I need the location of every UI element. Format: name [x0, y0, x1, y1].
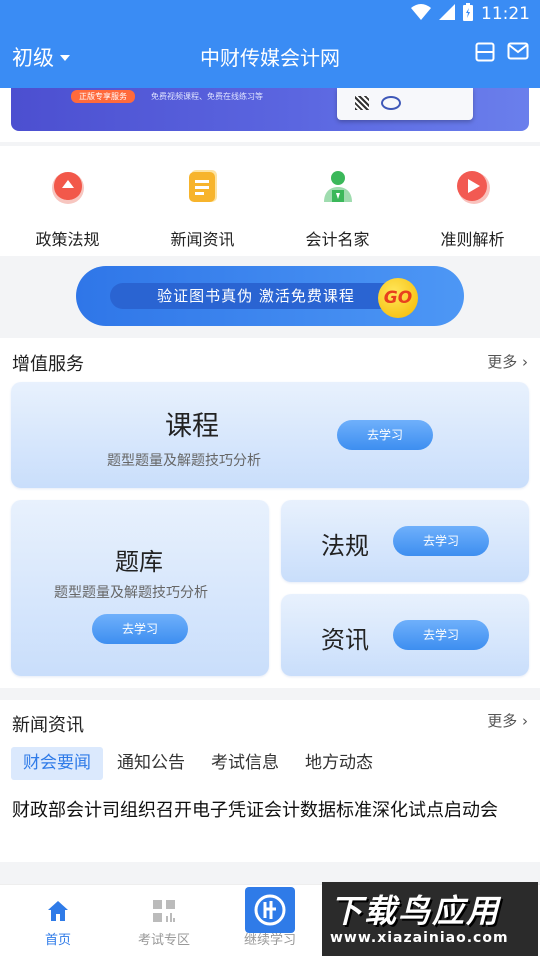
course-card[interactable]: 课程 题型题量及解题技巧分析 去学习	[11, 382, 529, 488]
value-added-services: 增值服务 更多 › 课程 题型题量及解题技巧分析 去学习 题库 题型题量及解题技…	[0, 338, 540, 688]
category-label: 新闻资讯	[170, 230, 235, 249]
nav-bar: 初级 中财传媒会计网	[0, 28, 540, 88]
section-title: 新闻资讯	[12, 715, 84, 736]
app-header: 11:21 初级 中财传媒会计网	[0, 0, 540, 88]
status-time: 11:21	[481, 4, 530, 24]
wifi-icon	[411, 3, 431, 25]
tab-notices[interactable]: 通知公告	[105, 747, 197, 780]
more-link[interactable]: 更多 ›	[487, 351, 528, 372]
nav-home[interactable]: 首页	[4, 899, 112, 948]
battery-icon	[463, 2, 473, 26]
law-learn-button[interactable]: 去学习	[393, 526, 489, 556]
home-icon	[46, 899, 70, 923]
bank-learn-button[interactable]: 去学习	[92, 614, 188, 644]
question-bank-card[interactable]: 题库 题型题量及解题技巧分析 去学习	[11, 500, 269, 676]
info-title: 资讯	[321, 626, 369, 654]
nav-label: 首页	[44, 933, 71, 948]
more-label: 更多	[487, 712, 518, 730]
banner-tag: 正版专享服务	[71, 90, 135, 103]
tab-exam-info[interactable]: 考试信息	[199, 747, 291, 780]
seal-icon	[381, 96, 401, 110]
signal-icon	[439, 3, 455, 25]
banner-text: 免费视频课程、免费在线练习等	[151, 92, 263, 101]
course-learn-button[interactable]: 去学习	[337, 420, 433, 450]
verify-section: 验证图书真伪 激活免费课程 GO	[0, 256, 540, 336]
play-icon	[453, 166, 493, 206]
bank-subtitle: 题型题量及解题技巧分析	[54, 585, 208, 601]
watermark-title: 下载鸟应用	[330, 892, 501, 930]
course-subtitle: 题型题量及解题技巧分析	[107, 453, 261, 469]
nav-exam-zone[interactable]: 考试专区	[110, 899, 218, 948]
learn-icon	[245, 887, 295, 933]
category-experts[interactable]: 会计名家	[270, 166, 405, 250]
category-label: 准则解析	[440, 230, 505, 249]
banner-section: 正版专享服务 免费视频课程、免费在线练习等	[0, 88, 540, 142]
watermark-url: www.xiazainiao.com	[330, 930, 509, 946]
category-label: 会计名家	[305, 230, 370, 249]
category-standards[interactable]: 准则解析	[405, 166, 540, 250]
person-icon	[318, 166, 358, 206]
info-learn-button[interactable]: 去学习	[393, 620, 489, 650]
bank-title: 题库	[115, 548, 163, 576]
grid-icon	[152, 899, 176, 923]
go-badge: GO	[378, 278, 418, 318]
nav-label: 考试专区	[137, 933, 190, 948]
promo-banner[interactable]: 正版专享服务 免费视频课程、免费在线练习等	[11, 88, 529, 131]
scan-icon[interactable]	[475, 42, 495, 66]
category-grid: 政策法规 新闻资讯 会计名家 准则解析	[0, 146, 540, 256]
news-headline[interactable]: 财政部会计司组织召开电子凭证会计数据标准深化试点启动会	[12, 796, 532, 825]
watermark: 下载鸟应用 www.xiazainiao.com	[322, 882, 538, 956]
news-icon	[183, 166, 223, 206]
info-card[interactable]: 资讯 去学习	[281, 594, 529, 676]
mail-icon[interactable]	[507, 42, 529, 64]
verify-book-button[interactable]: 验证图书真伪 激活免费课程 GO	[76, 266, 464, 326]
page-title: 中财传媒会计网	[200, 46, 340, 70]
law-title: 法规	[321, 532, 369, 560]
course-title: 课程	[165, 411, 219, 442]
section-title: 增值服务	[12, 354, 84, 375]
tab-finance-news[interactable]: 财会要闻	[11, 747, 103, 780]
verify-label: 验证图书真伪 激活免费课程	[110, 283, 402, 309]
news-tabs: 财会要闻 通知公告 考试信息 地方动态	[11, 747, 387, 780]
news-section: 新闻资讯 更多 › 财会要闻 通知公告 考试信息 地方动态 财政部会计司组织召开…	[0, 700, 540, 862]
status-bar: 11:21	[0, 0, 540, 28]
nav-label: 继续学习	[243, 933, 296, 948]
policy-icon	[48, 166, 88, 206]
qr-code-icon	[355, 96, 369, 110]
nav-continue-learning[interactable]: 继续学习	[216, 887, 324, 948]
category-policy[interactable]: 政策法规	[0, 166, 135, 250]
law-card[interactable]: 法规 去学习	[281, 500, 529, 582]
category-news[interactable]: 新闻资讯	[135, 166, 270, 250]
more-link[interactable]: 更多 ›	[487, 710, 528, 731]
more-label: 更多	[487, 353, 518, 371]
tab-local-news[interactable]: 地方动态	[293, 747, 385, 780]
category-label: 政策法规	[35, 230, 100, 249]
